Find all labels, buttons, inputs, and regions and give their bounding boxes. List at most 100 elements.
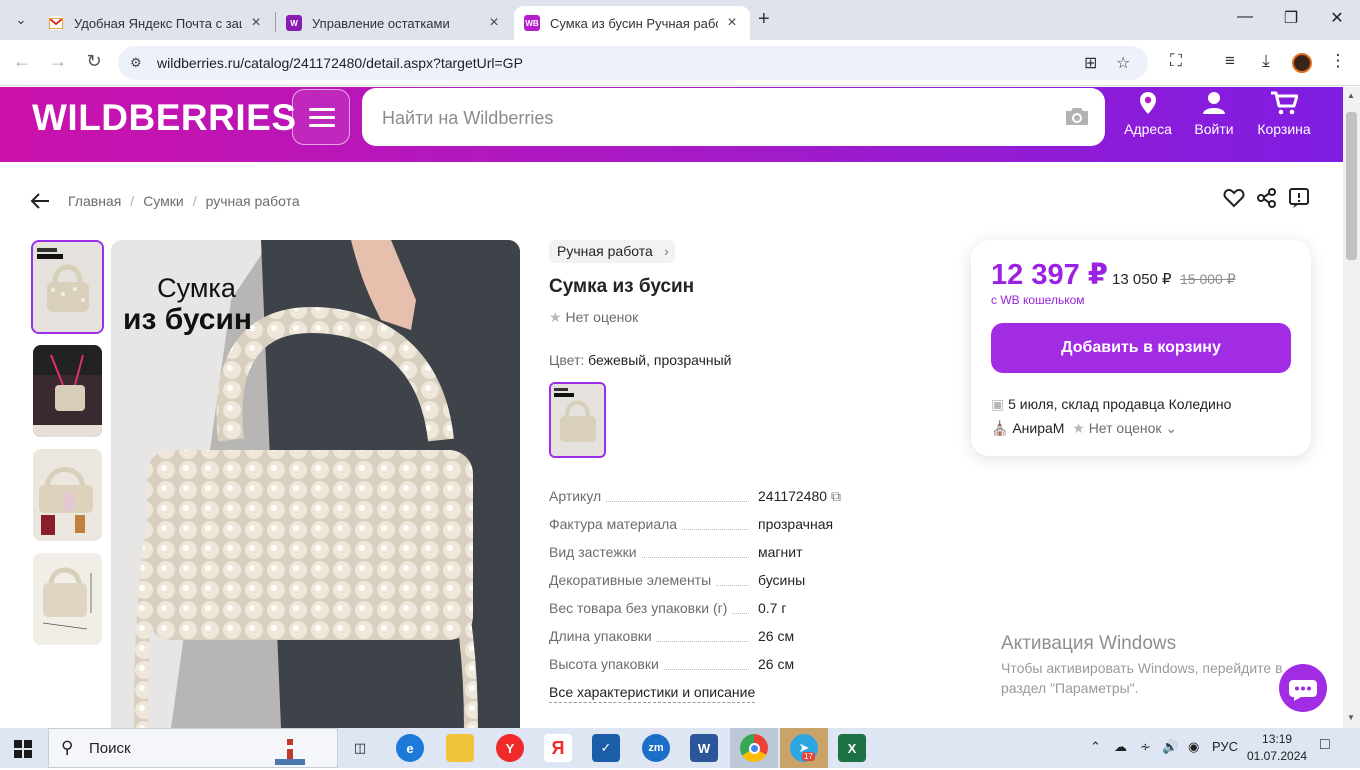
wildberries-logo[interactable]: WILDBERRIES (32, 97, 297, 139)
scroll-down-icon[interactable]: ▼ (1347, 713, 1355, 722)
yandex-icon[interactable]: Я (544, 734, 572, 762)
task-view-icon[interactable]: ◫ (346, 734, 374, 762)
minimize-icon[interactable]: — (1222, 8, 1268, 26)
seller-name[interactable]: АнираМ (1012, 420, 1064, 436)
report-icon[interactable] (1288, 187, 1310, 214)
gallery-thumbnail[interactable] (31, 240, 104, 334)
spec-value: бусины (758, 572, 806, 588)
url-text[interactable]: wildberries.ru/catalog/241172480/detail.… (157, 55, 523, 71)
tray-expand-icon[interactable]: ⌃ (1090, 739, 1101, 755)
seller-info[interactable]: ⛪ АнираМ ★ Нет оценок ⌄ (991, 420, 1177, 437)
new-tab-plus-icon[interactable]: + (758, 8, 770, 31)
spec-row: Фактура материала прозрачная (549, 516, 889, 536)
header-cart-button[interactable]: Корзина (1254, 91, 1314, 137)
yandex-browser-icon[interactable]: Y (496, 734, 524, 762)
site-settings-icon[interactable]: ⚙ (130, 55, 142, 71)
spec-row: Артикул 241172480 ⧉ (549, 488, 889, 508)
file-explorer-icon[interactable] (446, 734, 474, 762)
edge-icon[interactable]: e (396, 734, 424, 762)
cart-icon (1271, 91, 1298, 115)
breadcrumb-item[interactable]: Главная (68, 193, 121, 209)
taskbar-search[interactable]: ⚲ Поиск (48, 728, 338, 768)
telegram-badge: 17 (802, 752, 815, 761)
word-icon[interactable]: W (690, 734, 718, 762)
header-login-button[interactable]: Войти (1190, 91, 1238, 137)
media-controls-icon[interactable]: ≡ (1218, 51, 1242, 71)
wb-icon: WB (524, 15, 540, 31)
search-box[interactable]: Найти на Wildberries (362, 88, 1105, 146)
page-scrollbar[interactable]: ▲ ▼ (1343, 87, 1360, 728)
browser-tab-strip: ⌄ Удобная Яндекс Почта с защи × W Управл… (0, 0, 1360, 40)
tab-stock-management[interactable]: W Управление остатками × (276, 6, 512, 40)
favorite-heart-icon[interactable] (1223, 187, 1245, 214)
product-rating[interactable]: ★ Нет оценок (549, 309, 638, 326)
tab-product-page[interactable]: WB Сумка из бусин Ручная работа × (514, 6, 750, 40)
camera-search-icon[interactable] (1063, 105, 1091, 127)
profile-avatar[interactable] (1292, 53, 1312, 73)
color-label: Цвет: (549, 352, 585, 368)
spec-key: Фактура материала (549, 516, 682, 532)
install-app-icon[interactable]: ⊞ (1084, 53, 1097, 73)
browser-toolbar: ← → ↻ ⚙ wildberries.ru/catalog/241172480… (0, 40, 1360, 86)
spec-value: 0.7 г (758, 600, 787, 616)
chevron-down-icon[interactable]: ⌄ (1165, 420, 1177, 436)
security-shield-icon[interactable]: ✓ (592, 734, 620, 762)
language-indicator[interactable]: РУС (1212, 739, 1238, 754)
cloud-icon[interactable]: ☁ (1114, 739, 1127, 755)
zoom-icon[interactable]: zm (642, 734, 670, 762)
scroll-up-icon[interactable]: ▲ (1347, 91, 1355, 100)
clock-time: 13:19 (1262, 732, 1293, 746)
price-card: 12 397 ₽ 13 050 ₽ 15 000 ₽ с WB кошелько… (971, 240, 1311, 456)
wifi-icon[interactable]: ∻ (1140, 739, 1151, 755)
scrollbar-thumb[interactable] (1346, 112, 1357, 260)
wallet-note[interactable]: с WB кошельком (991, 293, 1085, 307)
volume-icon[interactable]: 🔊 (1162, 739, 1178, 755)
notifications-icon[interactable]: □ (1320, 736, 1330, 754)
gallery-thumbnail[interactable] (33, 449, 102, 541)
tab-search-chevron-icon[interactable]: ⌄ (8, 8, 34, 32)
add-to-cart-button[interactable]: Добавить в корзину (991, 323, 1291, 373)
all-specs-link[interactable]: Все характеристики и описание (549, 684, 756, 703)
reload-icon[interactable]: ↻ (82, 51, 106, 72)
close-tab-icon[interactable]: × (248, 14, 264, 32)
chrome-menu-icon[interactable]: ⋮ (1326, 51, 1350, 71)
back-arrow-icon[interactable] (30, 190, 50, 216)
close-tab-icon[interactable]: × (486, 14, 502, 32)
close-tab-icon[interactable]: × (724, 14, 740, 32)
taskbar-clock[interactable]: 13:19 01.07.2024 (1247, 731, 1307, 765)
search-input[interactable]: Найти на Wildberries (382, 108, 553, 129)
back-arrow-icon[interactable]: ← (10, 51, 34, 72)
header-nav-label: Адреса (1124, 121, 1172, 137)
copy-icon[interactable]: ⧉ (831, 488, 841, 504)
location-pin-icon (1140, 92, 1156, 114)
header-addresses-button[interactable]: Адреса (1122, 91, 1174, 137)
close-window-icon[interactable]: ✕ (1314, 8, 1360, 28)
gallery-thumbnail[interactable] (33, 345, 102, 437)
seller-rating: Нет оценок (1088, 420, 1162, 436)
old-price: 15 000 ₽ (1180, 271, 1236, 287)
downloads-icon[interactable]: ⤓ (1254, 51, 1278, 71)
excel-icon[interactable]: X (838, 734, 866, 762)
main-product-image[interactable]: Сумка из бусин (111, 240, 520, 728)
catalog-menu-button[interactable] (292, 89, 350, 145)
wallet-price: 12 397 ₽ (991, 259, 1108, 291)
extensions-icon[interactable]: ⛶ (1164, 51, 1188, 71)
camera-privacy-icon[interactable]: ◉ (1188, 739, 1199, 755)
share-icon[interactable] (1256, 187, 1278, 214)
gallery-thumbnail[interactable] (33, 553, 102, 645)
address-bar[interactable]: ⚙ wildberries.ru/catalog/241172480/detai… (118, 46, 1148, 80)
article-number: 241172480 (758, 488, 828, 504)
tab-yandex-mail[interactable]: Удобная Яндекс Почта с защи × (38, 6, 274, 40)
windows-start-icon[interactable] (14, 740, 32, 763)
breadcrumb-item[interactable]: ручная работа (206, 193, 300, 209)
bookmark-star-icon[interactable]: ☆ (1116, 53, 1130, 73)
brand-link[interactable]: Ручная работа › (549, 240, 675, 263)
spec-key: Декоративные элементы (549, 572, 716, 588)
color-variant-thumbnail[interactable] (549, 382, 606, 458)
chrome-icon[interactable] (740, 734, 768, 762)
forward-arrow-icon[interactable]: → (46, 51, 70, 72)
chat-button[interactable] (1279, 664, 1327, 712)
brand-label: Ручная работа (557, 243, 653, 259)
breadcrumb-item[interactable]: Сумки (143, 193, 184, 209)
restore-icon[interactable]: ❐ (1268, 8, 1314, 28)
